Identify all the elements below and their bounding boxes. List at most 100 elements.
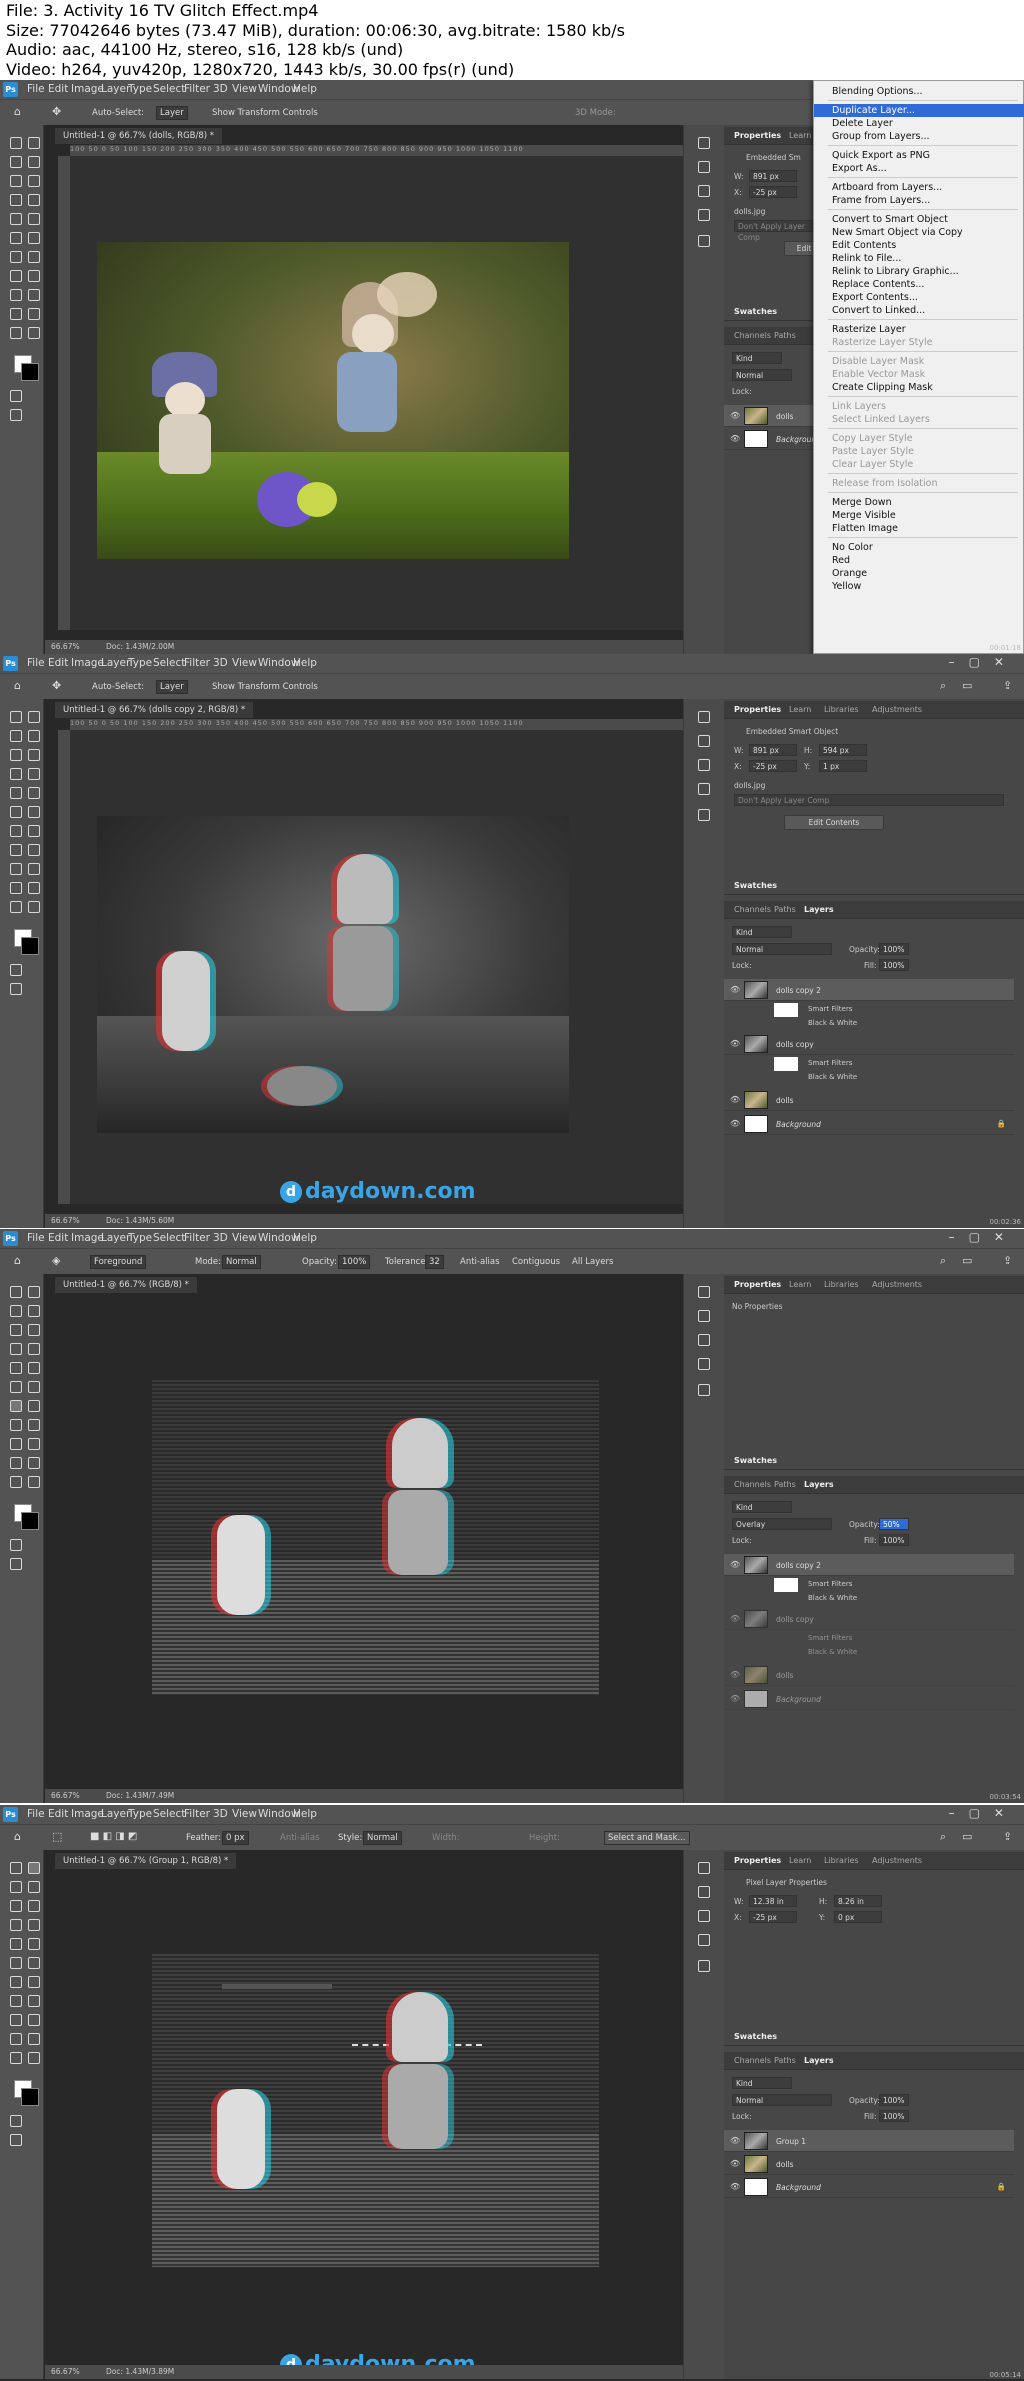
tab-properties[interactable]: Properties: [734, 131, 781, 140]
filter-row[interactable]: Black & White: [724, 1646, 1014, 1660]
smart-filters-row[interactable]: Smart Filters: [724, 1003, 1014, 1017]
marquee-tool-icon[interactable]: [28, 137, 40, 149]
history-brush-icon[interactable]: [10, 232, 22, 244]
blur-tool-icon[interactable]: [28, 1976, 40, 1988]
menu-image[interactable]: Image: [71, 657, 104, 669]
type-tool-icon[interactable]: [10, 2014, 22, 2026]
move-tool-icon[interactable]: [10, 1862, 22, 1874]
paragraph-icon[interactable]: [698, 1934, 710, 1946]
path-select-icon[interactable]: [28, 863, 40, 875]
share-icon[interactable]: ⇪: [1003, 1830, 1012, 1843]
hand-tool-icon[interactable]: [28, 308, 40, 320]
path-select-icon[interactable]: [28, 289, 40, 301]
filter-row[interactable]: Black & White: [724, 1071, 1014, 1085]
document-tab[interactable]: Untitled-1 @ 66.7% (dolls copy 2, RGB/8)…: [55, 702, 254, 718]
dodge-tool-icon[interactable]: [10, 1995, 22, 2007]
menu-image[interactable]: Image: [71, 1232, 104, 1244]
bucket-tool-icon[interactable]: [10, 1976, 22, 1988]
layer-row[interactable]: 👁 Group 1: [724, 2130, 1014, 2152]
frame-tool-icon[interactable]: [28, 1324, 40, 1336]
canvas[interactable]: [70, 156, 683, 630]
x-field[interactable]: -25 px: [749, 1911, 797, 1923]
context-menu-item[interactable]: Blending Options...: [814, 85, 1024, 98]
eyedropper-tool-icon[interactable]: [10, 194, 22, 206]
eye-icon[interactable]: 👁: [730, 1119, 740, 1128]
menu-view[interactable]: View: [232, 83, 257, 95]
tab-libraries[interactable]: Libraries: [824, 1856, 859, 1865]
heal-tool-icon[interactable]: [28, 768, 40, 780]
crop-tool-icon[interactable]: [10, 1900, 22, 1912]
eraser-tool-icon[interactable]: [28, 232, 40, 244]
shape-tool-icon[interactable]: [10, 308, 22, 320]
type-tool-icon[interactable]: [10, 863, 22, 875]
brush-settings-icon[interactable]: [698, 161, 710, 173]
context-menu-item[interactable]: Export As...: [814, 162, 1024, 175]
pen-tool-icon[interactable]: [28, 1995, 40, 2007]
history-icon[interactable]: [698, 711, 710, 723]
menu-file[interactable]: File: [27, 1808, 45, 1820]
shape-tool-icon[interactable]: [10, 2033, 22, 2045]
eye-icon[interactable]: 👁: [730, 2136, 740, 2145]
blur-tool-icon[interactable]: [28, 251, 40, 263]
tab-channels[interactable]: Channels: [734, 2056, 771, 2065]
marquee-tool-icon[interactable]: [28, 1286, 40, 1298]
anti-alias-checkbox[interactable]: Anti-alias: [460, 1257, 500, 1267]
selection-mode-icons[interactable]: ■ ◧ ◨ ◩: [90, 1831, 137, 1842]
all-layers-checkbox[interactable]: All Layers: [572, 1257, 613, 1267]
menu-3d[interactable]: 3D: [213, 1808, 228, 1820]
eyedropper-tool-icon[interactable]: [10, 1919, 22, 1931]
paragraph-icon[interactable]: [698, 209, 710, 221]
auto-select-checkbox[interactable]: Auto-Select:: [92, 108, 144, 118]
frame-tool-icon[interactable]: [28, 749, 40, 761]
menu-view[interactable]: View: [232, 1808, 257, 1820]
tolerance-field[interactable]: 32: [425, 1255, 444, 1269]
context-menu-item[interactable]: Edit Contents: [814, 239, 1024, 252]
zoom-level[interactable]: 66.67%: [51, 1791, 80, 1800]
quick-mask-icon[interactable]: [10, 1539, 22, 1551]
context-menu-item[interactable]: Convert to Smart Object: [814, 213, 1024, 226]
context-menu-item[interactable]: Relink to Library Graphic...: [814, 265, 1024, 278]
eye-icon[interactable]: 👁: [730, 2159, 740, 2168]
lasso-tool-icon[interactable]: [10, 156, 22, 168]
lasso-tool-icon[interactable]: [10, 1881, 22, 1893]
window-controls[interactable]: –▢✕: [949, 1806, 1018, 1820]
context-menu-item[interactable]: Relink to File...: [814, 252, 1024, 265]
tab-properties[interactable]: Properties: [734, 705, 781, 714]
menu-select[interactable]: Select: [153, 657, 185, 669]
mode-select[interactable]: Normal: [222, 1255, 261, 1269]
workspace-icon[interactable]: ▭: [962, 1254, 972, 1267]
lasso-tool-icon[interactable]: [10, 1305, 22, 1317]
menu-filter[interactable]: Filter: [184, 1232, 210, 1244]
eraser-tool-icon[interactable]: [28, 806, 40, 818]
layer-row[interactable]: 👁 Background 🔒: [724, 1113, 1014, 1135]
eyedropper-tool-icon[interactable]: [10, 768, 22, 780]
share-icon[interactable]: ⇪: [1003, 1254, 1012, 1267]
lasso-tool-icon[interactable]: [10, 730, 22, 742]
kind-filter[interactable]: Kind: [732, 2077, 792, 2089]
3d-icon[interactable]: [698, 809, 710, 821]
layer-row[interactable]: 👁 dolls copy: [724, 1033, 1014, 1055]
menu-file[interactable]: File: [27, 1232, 45, 1244]
tab-layers[interactable]: Layers: [804, 2056, 834, 2065]
history-brush-icon[interactable]: [10, 1957, 22, 1969]
height-field[interactable]: 594 px: [819, 744, 867, 756]
menu-help[interactable]: Help: [293, 1232, 317, 1244]
bucket-tool-icon[interactable]: ◈: [52, 1254, 60, 1267]
eye-icon[interactable]: 👁: [730, 1095, 740, 1104]
heal-tool-icon[interactable]: [28, 194, 40, 206]
menu-file[interactable]: File: [27, 83, 45, 95]
menu-filter[interactable]: Filter: [184, 657, 210, 669]
move-tool-icon[interactable]: [10, 137, 22, 149]
tab-learn[interactable]: Learn: [789, 1856, 811, 1865]
brush-settings-icon[interactable]: [698, 1886, 710, 1898]
tab-layers[interactable]: Layers: [804, 905, 834, 914]
menu-filter[interactable]: Filter: [184, 1808, 210, 1820]
filter-row[interactable]: Black & White: [724, 1592, 1014, 1606]
context-menu-item[interactable]: Merge Visible: [814, 509, 1024, 522]
tab-properties[interactable]: Properties: [734, 1280, 781, 1289]
3d-icon[interactable]: [698, 1960, 710, 1972]
blur-tool-icon[interactable]: [28, 825, 40, 837]
kind-filter[interactable]: Kind: [732, 926, 792, 938]
history-icon[interactable]: [698, 1286, 710, 1298]
marquee-tool-icon[interactable]: ⬚: [52, 1830, 62, 1843]
